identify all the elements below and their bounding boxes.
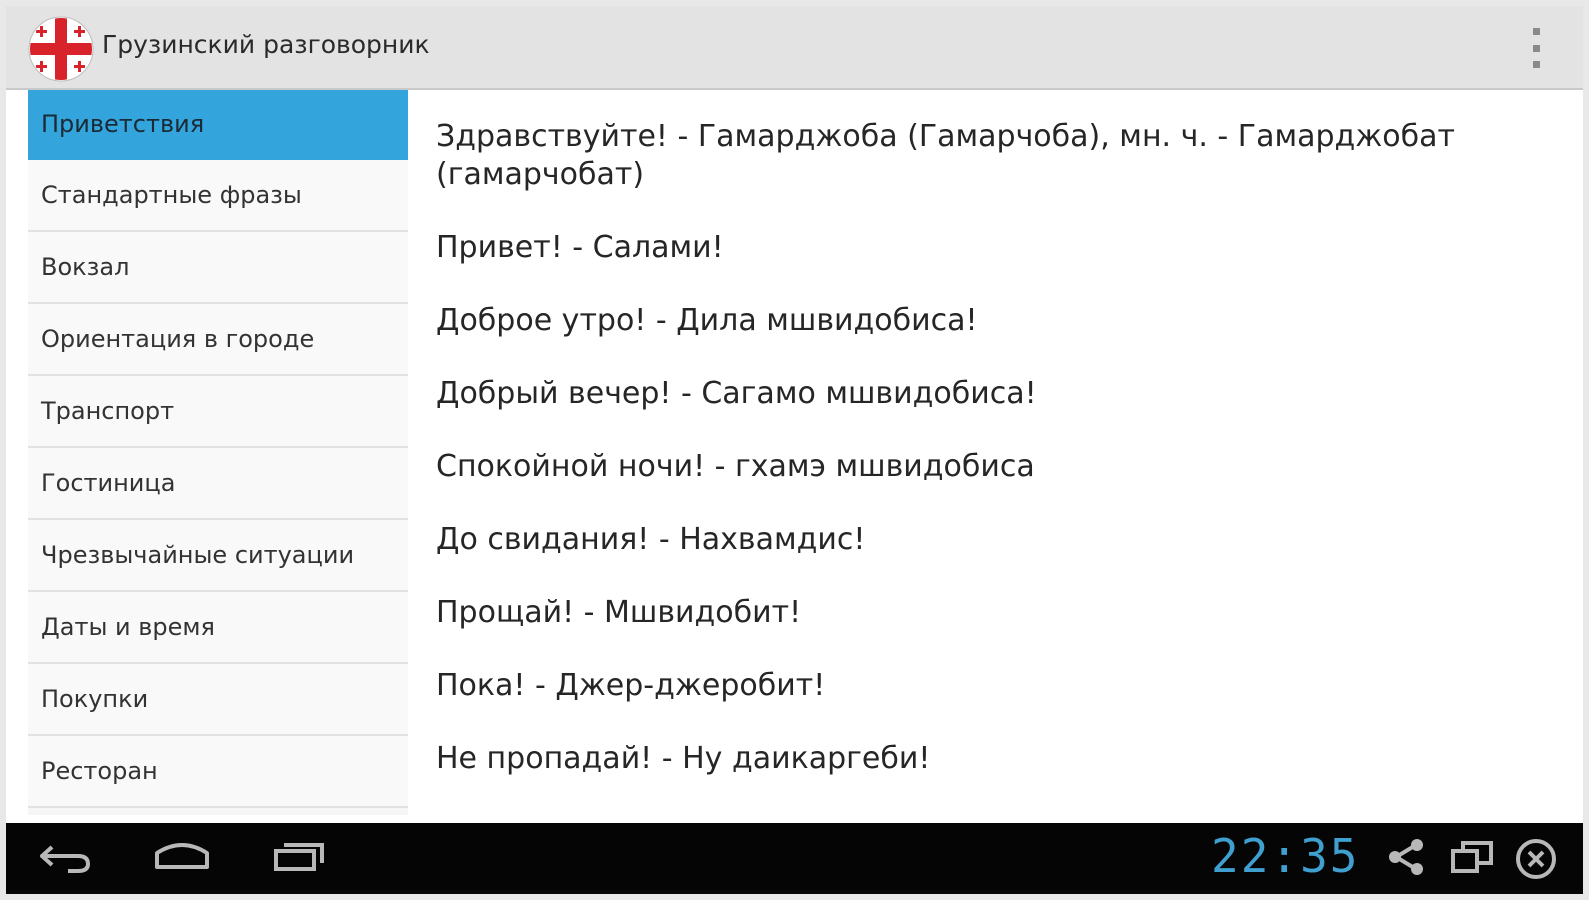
sidebar-item-shopping[interactable]: Покупки	[28, 664, 408, 736]
share-icon[interactable]	[1386, 837, 1426, 877]
sidebar-item-greetings[interactable]: Приветствия	[28, 90, 408, 160]
sidebar-item-emergency[interactable]: Чрезвычайные ситуации	[28, 520, 408, 592]
main-content: Приветствия Стандартные фразы Вокзал Ори…	[6, 90, 1583, 823]
system-nav-bar: 22:35	[6, 823, 1583, 894]
sidebar-item-hotel[interactable]: Гостиница	[28, 448, 408, 520]
screen: Грузинский разговорник Приветствия Станд…	[0, 0, 1589, 900]
action-bar: Грузинский разговорник	[6, 6, 1583, 90]
overflow-menu-icon[interactable]	[1529, 28, 1543, 68]
clock: 22:35	[1211, 829, 1360, 883]
sidebar-item-standard-phrases[interactable]: Стандартные фразы	[28, 160, 408, 232]
phrase-list: Здравствуйте! - Гамарджоба (Гамарчоба), …	[436, 118, 1556, 813]
recent-apps-icon[interactable]	[272, 837, 330, 877]
phrase-item: Спокойной ночи! - гхамэ мшвидобиса	[436, 449, 1035, 484]
georgian-flag-icon[interactable]	[28, 16, 94, 82]
phrase-item: До свидания! - Нахвамдис!	[436, 522, 866, 557]
sidebar-item-restaurant[interactable]: Ресторан	[28, 736, 408, 808]
app-title: Грузинский разговорник	[102, 30, 430, 59]
phrase-item: Пока! - Джер-джеробит!	[436, 668, 826, 703]
phrase-item: Здравствуйте! - Гамарджоба (Гамарчоба), …	[436, 119, 1456, 192]
phrase-item: Добрый вечер! - Сагамо мшвидобиса!	[436, 376, 1037, 411]
home-icon[interactable]	[153, 837, 211, 877]
phrase-item: Доброе утро! - Дила мшвидобиса!	[436, 303, 978, 338]
phrase-item: Привет! - Салами!	[436, 230, 724, 265]
phrase-item: Не пропадай! - Ну даикаргеби!	[436, 741, 931, 776]
sidebar-item-city-orientation[interactable]: Ориентация в городе	[28, 304, 408, 376]
close-icon[interactable]	[1514, 837, 1558, 881]
sidebar-item-transport[interactable]: Транспорт	[28, 376, 408, 448]
category-sidebar: Приветствия Стандартные фразы Вокзал Ори…	[28, 90, 408, 815]
back-icon[interactable]	[38, 837, 94, 877]
window-icon[interactable]	[1449, 837, 1495, 877]
phrase-item: Прощай! - Мшвидобит!	[436, 595, 802, 630]
sidebar-item-station[interactable]: Вокзал	[28, 232, 408, 304]
sidebar-item-dates-time[interactable]: Даты и время	[28, 592, 408, 664]
